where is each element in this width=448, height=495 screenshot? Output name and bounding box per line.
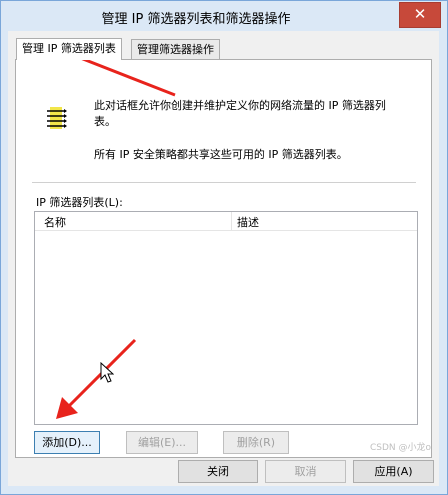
dialog-client-area: 管理 IP 筛选器列表 管理筛选器操作 此对话框允许你创建并维护定义你的网络流量… [8, 31, 439, 486]
add-button[interactable]: 添加(D)... [34, 431, 100, 454]
tab-manage-filter-actions[interactable]: 管理筛选器操作 [131, 39, 220, 59]
column-header-name[interactable]: 名称 [44, 214, 66, 230]
window-title: 管理 IP 筛选器列表和筛选器操作 [101, 12, 291, 27]
separator [32, 182, 416, 183]
title-bar: 管理 IP 筛选器列表和筛选器操作 ✕ [1, 1, 447, 31]
shared-lists-note: 所有 IP 安全策略都共享这些可用的 IP 筛选器列表。 [94, 148, 348, 161]
ip-filter-list[interactable]: 名称 描述 [34, 211, 418, 425]
ip-filter-icon [47, 107, 67, 129]
tab-manage-ip-filter-lists[interactable]: 管理 IP 筛选器列表 [16, 38, 122, 60]
delete-button[interactable]: 删除(R) [223, 431, 289, 454]
dialog-description: 此对话框允许你创建并维护定义你的网络流量的 IP 筛选器列表。 [94, 99, 386, 128]
cancel-button[interactable]: 取消 [265, 460, 346, 483]
column-divider[interactable] [231, 212, 232, 230]
watermark-text: CSDN @小龙o [369, 443, 431, 453]
edit-button[interactable]: 编辑(E)... [126, 431, 198, 454]
close-window-button[interactable]: ✕ [399, 2, 441, 28]
dialog-window: 管理 IP 筛选器列表和筛选器操作 ✕ 管理 IP 筛选器列表 管理筛选器操作 … [0, 0, 448, 495]
filter-list-label: IP 筛选器列表(L): [36, 196, 123, 209]
list-header: 名称 描述 [35, 212, 417, 231]
apply-button[interactable]: 应用(A) [353, 460, 434, 483]
column-header-description[interactable]: 描述 [237, 214, 259, 230]
close-button[interactable]: 关闭 [178, 460, 258, 483]
tab-panel: 此对话框允许你创建并维护定义你的网络流量的 IP 筛选器列表。 所有 IP 安全… [15, 59, 432, 458]
